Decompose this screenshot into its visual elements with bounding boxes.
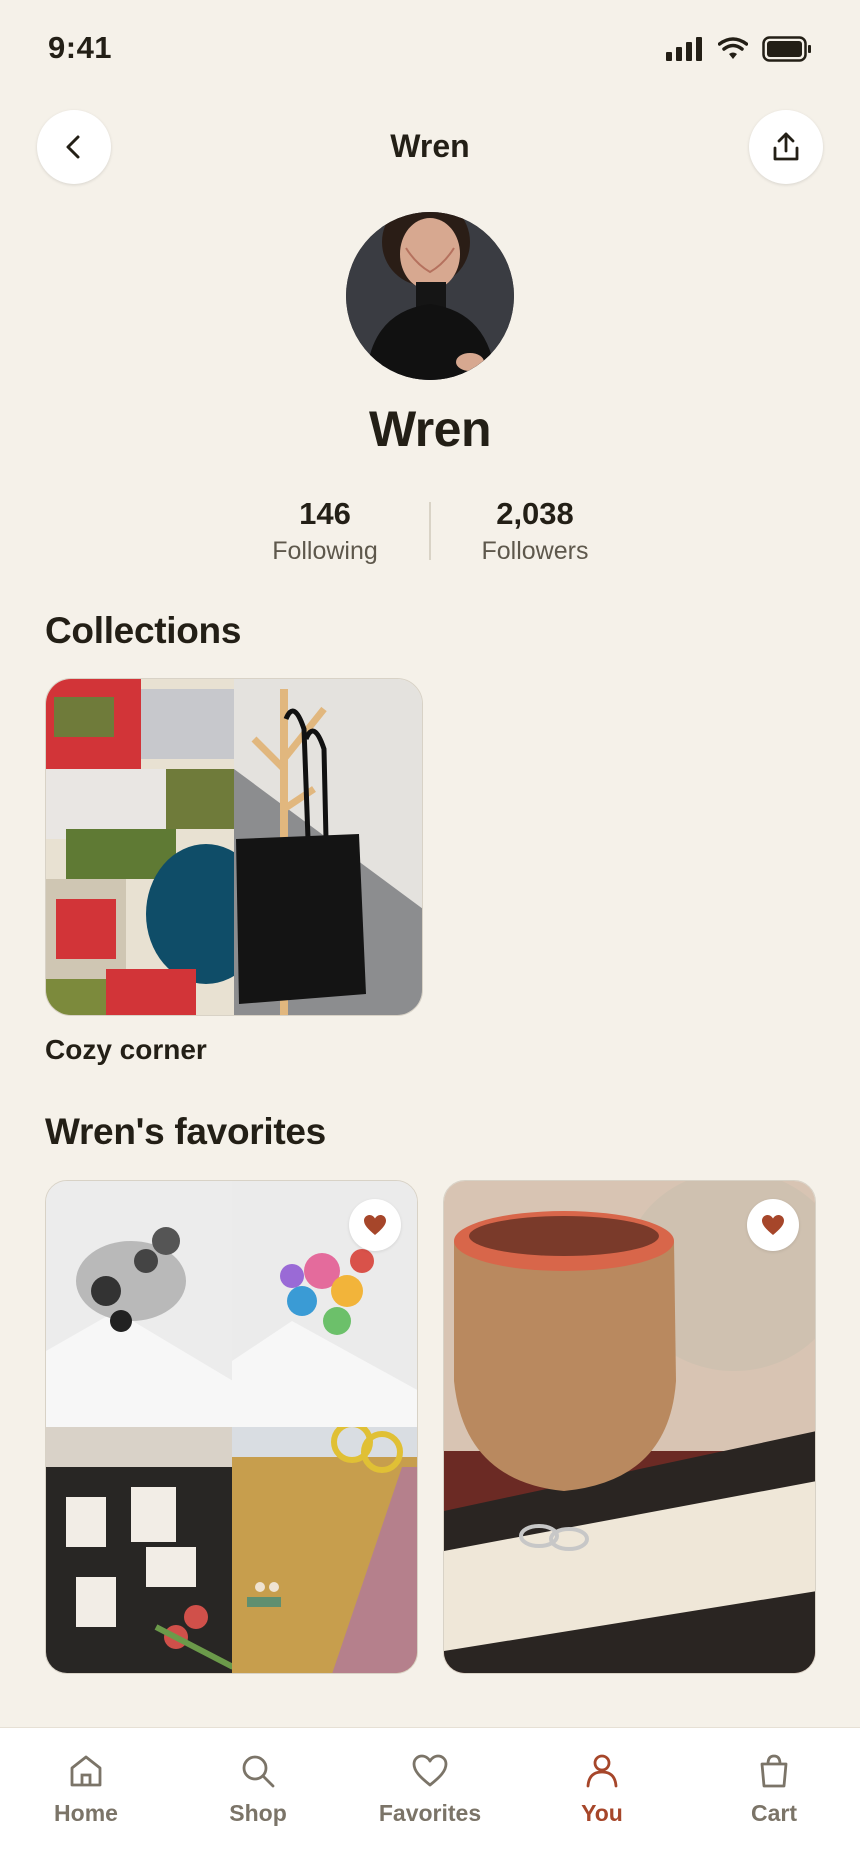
favorite-card[interactable] [443, 1180, 816, 1674]
tab-label: Favorites [378, 1800, 482, 1826]
tab-shop[interactable]: Shop [183, 1752, 333, 1827]
collection-name: Cozy corner [45, 1034, 207, 1065]
favorite-card[interactable] [45, 1180, 418, 1674]
followers-label: Followers [481, 537, 589, 565]
following-count: 146 [299, 496, 351, 531]
tab-label: Cart [750, 1800, 797, 1826]
person-icon [586, 1754, 618, 1788]
tab-cart[interactable]: Cart [699, 1752, 849, 1827]
heart-filled-icon [762, 1215, 784, 1235]
battery-icon [762, 36, 811, 62]
wifi-icon [718, 37, 748, 59]
heart-filled-icon [364, 1215, 386, 1235]
status-bar: 9:41 [0, 0, 860, 100]
profile-stats: 146 Following 2,038 Followers [0, 496, 860, 568]
following-stat[interactable]: 146 Following [225, 496, 425, 568]
bag-icon [760, 1754, 788, 1788]
favorite-image-ceramic-pot [444, 1181, 815, 1673]
collection-card[interactable] [45, 678, 423, 1016]
share-icon [773, 132, 799, 161]
tab-bar: Home Shop Favorites You Cart [0, 1727, 860, 1864]
following-label: Following [272, 537, 378, 565]
share-button[interactable] [749, 110, 823, 184]
tab-you[interactable]: You [527, 1752, 677, 1827]
tab-label: Shop [229, 1800, 287, 1826]
favorite-image-stickers-bw [46, 1181, 232, 1427]
collection-image-crochet [46, 679, 234, 1015]
tab-favorites[interactable]: Favorites [355, 1752, 505, 1827]
status-icons [666, 36, 812, 62]
signal-icon [666, 37, 702, 61]
favorite-heart-button[interactable] [349, 1199, 401, 1251]
followers-count: 2,038 [496, 496, 574, 531]
status-time: 9:41 [48, 30, 113, 65]
tab-label: You [581, 1800, 623, 1826]
favorite-heart-button[interactable] [747, 1199, 799, 1251]
favorite-image-photo-album [46, 1427, 232, 1673]
collections-heading: Collections [45, 610, 242, 651]
tab-home[interactable]: Home [11, 1752, 161, 1827]
stats-divider [429, 502, 431, 560]
favorites-heading: Wren's favorites [45, 1111, 326, 1152]
collection-image-tote [234, 679, 422, 1015]
home-icon [70, 1755, 102, 1787]
followers-stat[interactable]: 2,038 Followers [435, 496, 635, 568]
tab-label: Home [54, 1800, 118, 1826]
profile-name: Wren [368, 401, 492, 457]
heart-icon [412, 1754, 448, 1787]
header-title: Wren [390, 128, 470, 164]
avatar [346, 212, 514, 380]
favorite-image-scissors-paper [231, 1427, 417, 1673]
search-icon [242, 1755, 275, 1788]
